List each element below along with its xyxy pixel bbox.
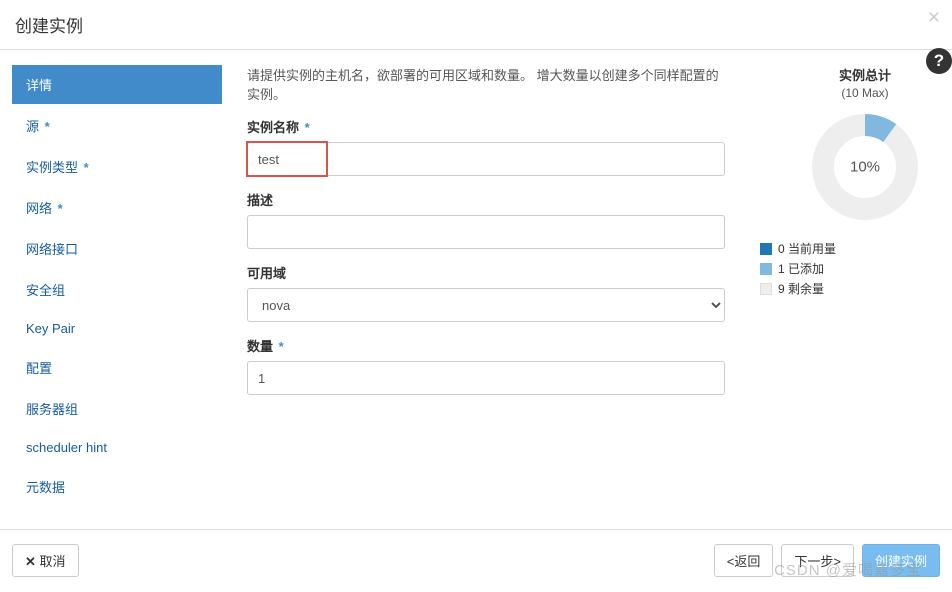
create-button[interactable]: 创建实例 bbox=[862, 544, 940, 577]
donut-percent: 10% bbox=[850, 159, 880, 176]
modal-footer: ✕ 取消 <返回 下一步> 创建实例 bbox=[0, 530, 952, 591]
swatch-remaining-icon bbox=[760, 283, 772, 295]
modal-header: 创建实例 × bbox=[0, 0, 952, 50]
sidebar-item-0[interactable]: 详情 bbox=[12, 65, 222, 104]
legend: 0 当前用量 1 已添加 9 剩余量 bbox=[760, 240, 940, 297]
legend-current: 0 当前用量 bbox=[760, 240, 940, 257]
back-button[interactable]: <返回 bbox=[714, 544, 774, 577]
help-icon[interactable]: ? bbox=[926, 48, 952, 74]
close-icon[interactable]: × bbox=[928, 6, 940, 30]
zone-select[interactable]: nova bbox=[247, 288, 725, 322]
swatch-current-icon bbox=[760, 243, 772, 255]
wizard-sidebar: 详情源 *实例类型 *网络 *网络接口安全组Key Pair配置服务器组sche… bbox=[12, 65, 222, 529]
zone-label: 可用域 bbox=[247, 263, 725, 282]
modal-title: 创建实例 bbox=[15, 12, 937, 37]
totals-panel: 实例总计 (10 Max) 10% 0 当前用量 1 已添加 9 剩余量 bbox=[740, 65, 940, 529]
count-label: 数量 * bbox=[247, 336, 725, 355]
sidebar-item-6[interactable]: Key Pair bbox=[12, 311, 222, 346]
totals-title: 实例总计 bbox=[760, 65, 940, 84]
instance-name-label: 实例名称 * bbox=[247, 117, 725, 136]
sidebar-item-1[interactable]: 源 * bbox=[12, 106, 222, 145]
sidebar-item-2[interactable]: 实例类型 * bbox=[12, 147, 222, 186]
next-button[interactable]: 下一步> bbox=[781, 544, 854, 577]
form-description: 请提供实例的主机名，欲部署的可用区域和数量。 增大数量以创建多个同样配置的实例。 bbox=[247, 65, 725, 103]
modal-body: 详情源 *实例类型 *网络 *网络接口安全组Key Pair配置服务器组sche… bbox=[0, 50, 952, 530]
form-panel: 请提供实例的主机名，欲部署的可用区域和数量。 增大数量以创建多个同样配置的实例。… bbox=[222, 65, 740, 529]
usage-donut-chart: 10% bbox=[810, 112, 920, 222]
description-input[interactable] bbox=[247, 215, 725, 249]
legend-remaining: 9 剩余量 bbox=[760, 280, 940, 297]
description-label: 描述 bbox=[247, 190, 725, 209]
count-input[interactable] bbox=[247, 361, 725, 395]
sidebar-item-8[interactable]: 服务器组 bbox=[12, 389, 222, 428]
sidebar-item-5[interactable]: 安全组 bbox=[12, 270, 222, 309]
sidebar-item-9[interactable]: scheduler hint bbox=[12, 430, 222, 465]
sidebar-item-7[interactable]: 配置 bbox=[12, 348, 222, 387]
cancel-button[interactable]: ✕ 取消 bbox=[12, 544, 79, 577]
swatch-added-icon bbox=[760, 263, 772, 275]
totals-max: (10 Max) bbox=[760, 86, 940, 100]
instance-name-input[interactable] bbox=[247, 142, 725, 176]
sidebar-item-4[interactable]: 网络接口 bbox=[12, 229, 222, 268]
sidebar-item-3[interactable]: 网络 * bbox=[12, 188, 222, 227]
legend-added: 1 已添加 bbox=[760, 260, 940, 277]
sidebar-item-10[interactable]: 元数据 bbox=[12, 467, 222, 506]
